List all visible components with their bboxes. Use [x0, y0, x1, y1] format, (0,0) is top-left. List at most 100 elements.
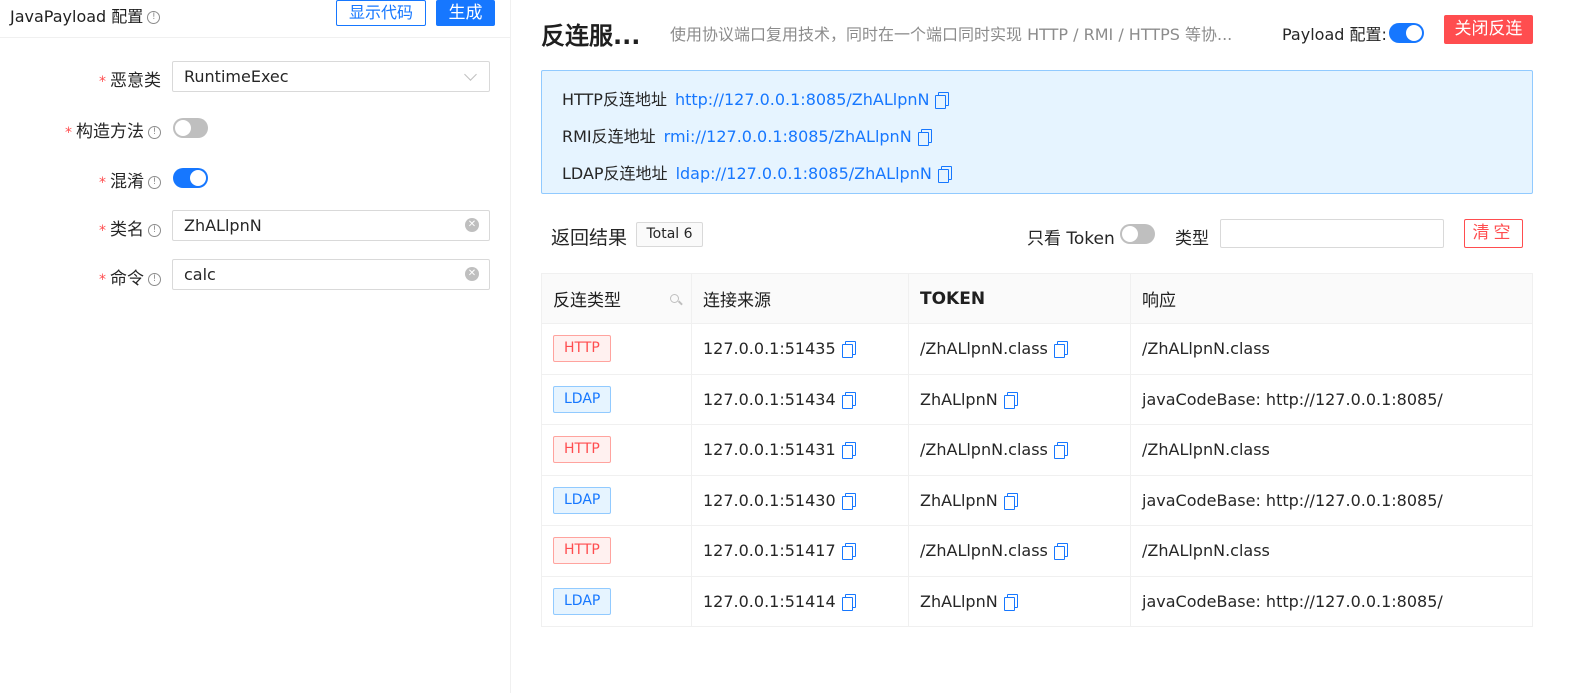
required-mark: *: [99, 74, 106, 90]
header-source: 连接来源: [691, 274, 908, 323]
form-row-command: * 命令! calc ✕: [0, 259, 510, 291]
token-cell: /ZhALlpnN.class: [908, 324, 1130, 374]
token-cell: /ZhALlpnN.class: [908, 526, 1130, 576]
type-tag: HTTP: [553, 537, 611, 565]
ldap-address-link[interactable]: ldap://127.0.0.1:8085/ZhALlpnN: [676, 164, 932, 183]
show-code-button[interactable]: 显示代码: [336, 0, 426, 26]
clear-button[interactable]: 清空: [1464, 219, 1523, 248]
type-tag: HTTP: [553, 335, 611, 363]
type-cell: HTTP: [542, 425, 691, 475]
copy-icon[interactable]: [1003, 593, 1018, 611]
source-text: 127.0.0.1:51431: [703, 440, 836, 460]
token-cell: ZhALlpnN: [908, 475, 1130, 525]
token-text: ZhALlpnN: [920, 591, 998, 611]
table-row: LDAP 127.0.0.1:51430 ZhALlpnN javaCodeBa…: [542, 475, 1532, 526]
source-cell: 127.0.0.1:51417: [691, 526, 908, 576]
copy-icon[interactable]: [1053, 341, 1068, 359]
rmi-address-link[interactable]: rmi://127.0.0.1:8085/ZhALlpnN: [664, 127, 912, 146]
label-text: 恶意类: [110, 71, 161, 91]
header-text: 反连类型: [553, 291, 621, 311]
type-cell: HTTP: [542, 526, 691, 576]
toggle-knob: [1122, 226, 1138, 242]
source-cell: 127.0.0.1:51414: [691, 576, 908, 626]
constructor-toggle[interactable]: [173, 118, 208, 138]
malicious-class-select[interactable]: RuntimeExec: [172, 61, 490, 92]
close-reverse-button[interactable]: 关闭反连: [1444, 15, 1533, 44]
info-icon[interactable]: !: [148, 175, 161, 189]
copy-icon[interactable]: [935, 92, 950, 109]
panel-header: JavaPayload 配置! 显示代码 生成: [0, 0, 510, 38]
response-cell: javaCodeBase: http://127.0.0.1:8085/: [1130, 576, 1534, 626]
header-reverse-type[interactable]: 反连类型: [542, 274, 691, 323]
reverse-server-description: 使用协议端口复用技术，同时在一个端口同时实现 HTTP / RMI / HTTP…: [670, 25, 1233, 44]
table-row: LDAP 127.0.0.1:51434 ZhALlpnN javaCodeBa…: [542, 374, 1532, 425]
copy-icon[interactable]: [1053, 543, 1068, 561]
class-name-input[interactable]: ZhALlpnN ✕: [172, 210, 490, 241]
copy-icon[interactable]: [841, 442, 856, 460]
required-mark: *: [99, 272, 106, 288]
http-address-link[interactable]: http://127.0.0.1:8085/ZhALlpnN: [675, 90, 930, 109]
info-icon[interactable]: !: [147, 11, 161, 24]
form-row-class-name: * 类名! ZhALlpnN ✕: [0, 210, 510, 242]
type-cell: LDAP: [542, 577, 691, 627]
source-text: 127.0.0.1:51414: [703, 591, 836, 611]
info-icon[interactable]: !: [148, 125, 161, 139]
copy-icon[interactable]: [917, 129, 932, 146]
ldap-address-label: LDAP反连地址: [562, 164, 668, 183]
copy-icon[interactable]: [1003, 391, 1018, 409]
http-address-row: HTTP反连地址 http://127.0.0.1:8085/ZhALlpnN: [562, 86, 950, 110]
response-cell: /ZhALlpnN.class: [1130, 425, 1534, 475]
table-row: HTTP 127.0.0.1:51431 /ZhALlpnN.class /Zh…: [542, 425, 1532, 476]
label-text: 类名: [110, 220, 144, 240]
form-row-malicious-class: * 恶意类 RuntimeExec: [0, 61, 510, 93]
type-tag: LDAP: [553, 587, 612, 615]
label-text: 混淆: [110, 172, 144, 192]
token-only-toggle[interactable]: [1120, 224, 1155, 244]
required-mark: *: [99, 223, 106, 239]
payload-config-toggle[interactable]: [1389, 23, 1424, 43]
token-text: ZhALlpnN: [920, 389, 998, 409]
copy-icon[interactable]: [841, 593, 856, 611]
toggle-knob: [190, 170, 206, 186]
total-count-badge: Total 6: [636, 222, 703, 247]
payload-config-label: Payload 配置:: [1282, 25, 1387, 44]
http-address-label: HTTP反连地址: [562, 90, 667, 109]
copy-icon[interactable]: [841, 391, 856, 409]
copy-icon[interactable]: [841, 341, 856, 359]
token-cell: ZhALlpnN: [908, 374, 1130, 424]
rmi-address-label: RMI反连地址: [562, 127, 656, 146]
search-icon[interactable]: [670, 294, 679, 303]
copy-icon[interactable]: [841, 543, 856, 561]
form-row-constructor: * 构造方法!: [0, 112, 510, 144]
info-icon[interactable]: !: [148, 272, 161, 286]
type-tag: LDAP: [553, 486, 612, 514]
source-text: 127.0.0.1:51417: [703, 541, 836, 561]
clear-icon[interactable]: ✕: [465, 218, 479, 232]
copy-icon[interactable]: [937, 166, 952, 183]
toggle-knob: [175, 120, 191, 136]
table-row: LDAP 127.0.0.1:51414 ZhALlpnN javaCodeBa…: [542, 576, 1534, 627]
obfuscate-toggle[interactable]: [173, 168, 208, 188]
clear-icon[interactable]: ✕: [465, 267, 479, 281]
source-cell: 127.0.0.1:51431: [691, 425, 908, 475]
copy-icon[interactable]: [841, 492, 856, 510]
label-text: 命令: [110, 269, 144, 289]
constructor-label: * 构造方法!: [65, 117, 161, 142]
copy-icon[interactable]: [1003, 492, 1018, 510]
type-filter-input[interactable]: [1220, 219, 1444, 248]
required-mark: *: [99, 175, 106, 191]
source-text: 127.0.0.1:51434: [703, 389, 836, 409]
source-text: 127.0.0.1:51430: [703, 490, 836, 510]
generate-button[interactable]: 生成: [436, 0, 495, 26]
source-cell: 127.0.0.1:51434: [691, 374, 908, 424]
header-token: TOKEN: [908, 274, 1130, 323]
table-row: HTTP 127.0.0.1:51435 /ZhALlpnN.class /Zh…: [542, 324, 1532, 375]
type-cell: LDAP: [542, 476, 691, 526]
token-text: /ZhALlpnN.class: [920, 541, 1048, 561]
table-header-row: 反连类型 连接来源 TOKEN 响应: [542, 274, 1532, 324]
type-cell: LDAP: [542, 375, 691, 425]
command-input[interactable]: calc ✕: [172, 259, 490, 290]
copy-icon[interactable]: [1053, 442, 1068, 460]
command-label: * 命令!: [99, 264, 161, 289]
info-icon[interactable]: !: [148, 223, 161, 237]
